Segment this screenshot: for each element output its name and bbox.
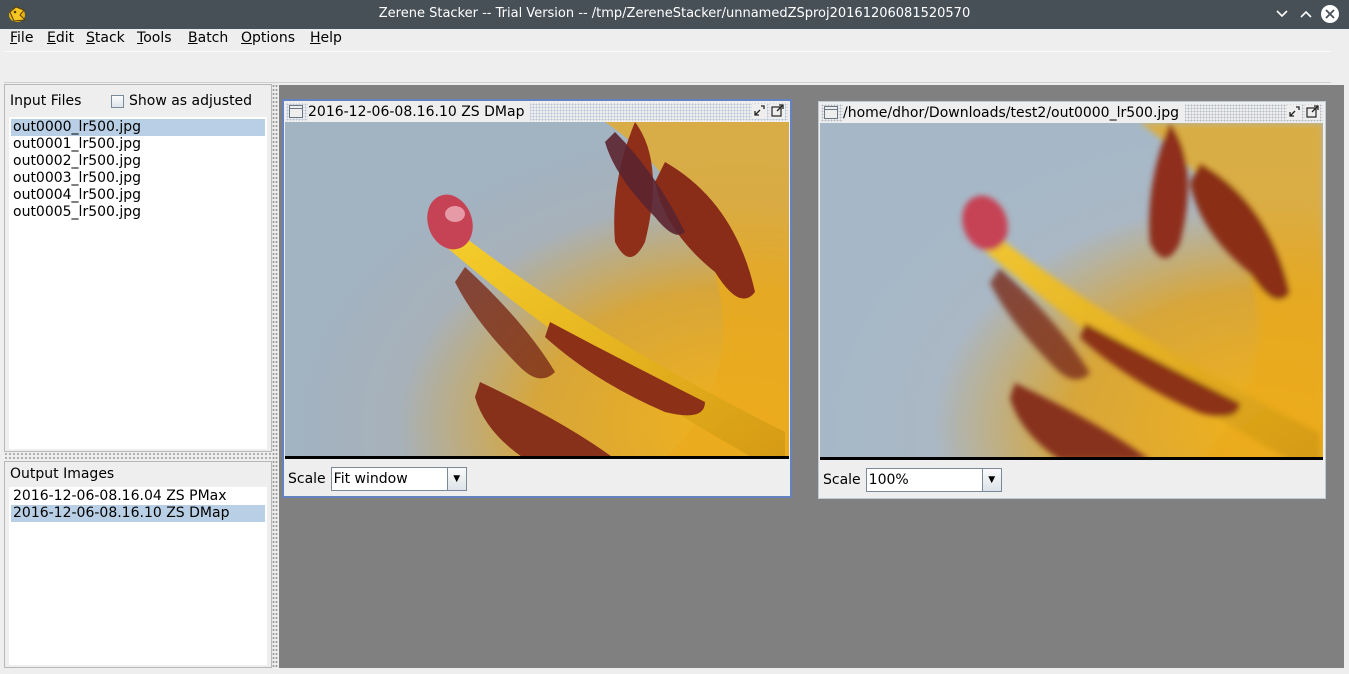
input-file-item[interactable]: out0003_lr500.jpg [11,170,265,187]
left-panel: Input Files Show as adjusted out0000_lr5… [4,84,272,668]
lily-stamen-image [285,122,789,456]
menu-help[interactable]: Help [310,30,342,46]
menu-edit[interactable]: Edit [47,30,74,46]
maximize-frame-icon[interactable] [770,104,785,119]
menu-bar: File Edit Stack Tools Batch Options Help [0,29,1349,49]
show-as-adjusted-label: Show as adjusted [129,93,253,109]
frame-titlebar[interactable]: /home/dhor/Downloads/test2/out0000_lr500… [821,104,1323,122]
horizontal-split-handle[interactable] [4,452,272,461]
input-file-item[interactable]: out0002_lr500.jpg [11,153,265,170]
image-frame-dmap[interactable]: 2016-12-06-08.16.10 ZS DMap Scale Fit wi… [282,99,792,498]
scale-control: Scale Fit window ▼ [288,467,467,491]
output-images-panel: Output Images 2016-12-06-08.16.04 ZS PMa… [4,461,272,668]
lily-stamen-image [820,123,1323,457]
image-desktop-area: 2016-12-06-08.16.10 ZS DMap Scale Fit wi… [279,85,1344,668]
dropdown-arrow-icon[interactable]: ▼ [981,469,1001,491]
window-titlebar: Zerene Stacker -- Trial Version -- /tmp/… [0,0,1349,29]
output-images-list[interactable]: 2016-12-06-08.16.04 ZS PMax 2016-12-06-0… [9,487,267,665]
maximize-button[interactable] [1297,5,1315,23]
menu-file[interactable]: File [10,30,33,46]
dropdown-arrow-icon[interactable]: ▼ [446,468,466,490]
scale-value: Fit window [333,471,408,487]
scale-select[interactable]: Fit window ▼ [330,467,467,491]
scale-value: 100% [868,472,909,488]
close-button[interactable] [1321,5,1339,23]
chevron-down-icon [1276,10,1288,18]
iconify-icon[interactable] [752,104,767,119]
menu-options[interactable]: Options [241,30,295,46]
frame-title: /home/dhor/Downloads/test2/out0000_lr500… [843,104,1186,122]
output-image-item[interactable]: 2016-12-06-08.16.10 ZS DMap [11,505,265,522]
frame-titlebar[interactable]: 2016-12-06-08.16.10 ZS DMap [286,103,788,121]
close-icon [1325,9,1335,19]
input-files-list[interactable]: out0000_lr500.jpg out0001_lr500.jpg out0… [9,117,267,449]
maximize-frame-icon[interactable] [1305,105,1320,120]
menu-batch[interactable]: Batch [188,30,228,46]
output-image-item[interactable]: 2016-12-06-08.16.04 ZS PMax [11,488,265,505]
input-file-item[interactable]: out0001_lr500.jpg [11,136,265,153]
frame-window-icon [824,106,838,119]
window-title: Zerene Stacker -- Trial Version -- /tmp/… [378,6,971,21]
show-as-adjusted-checkbox[interactable]: Show as adjusted [111,93,252,109]
scale-control: Scale 100% ▼ [823,468,1002,492]
menu-tools[interactable]: Tools [137,30,172,46]
frame-window-icon [289,105,303,118]
minimize-button[interactable] [1273,5,1291,23]
input-file-item[interactable]: out0000_lr500.jpg [11,119,265,136]
iconify-icon[interactable] [1287,105,1302,120]
input-files-header: Input Files [10,93,82,109]
scale-select[interactable]: 100% ▼ [865,468,1002,492]
stacked-image-view[interactable] [285,122,789,459]
vertical-split-handle[interactable] [272,84,278,668]
scale-label: Scale [823,472,861,488]
input-files-panel: Input Files Show as adjusted out0000_lr5… [4,84,272,452]
menu-stack[interactable]: Stack [86,30,125,46]
checkbox-box[interactable] [111,94,124,108]
source-image-view[interactable] [820,123,1323,460]
output-images-header: Output Images [10,466,115,482]
image-frame-source[interactable]: /home/dhor/Downloads/test2/out0000_lr500… [818,101,1326,499]
chevron-up-icon [1300,10,1312,18]
scale-label: Scale [288,471,326,487]
toolbar [4,51,1331,83]
input-file-item[interactable]: out0004_lr500.jpg [11,187,265,204]
frame-title: 2016-12-06-08.16.10 ZS DMap [308,103,531,121]
input-file-item[interactable]: out0005_lr500.jpg [11,204,265,221]
